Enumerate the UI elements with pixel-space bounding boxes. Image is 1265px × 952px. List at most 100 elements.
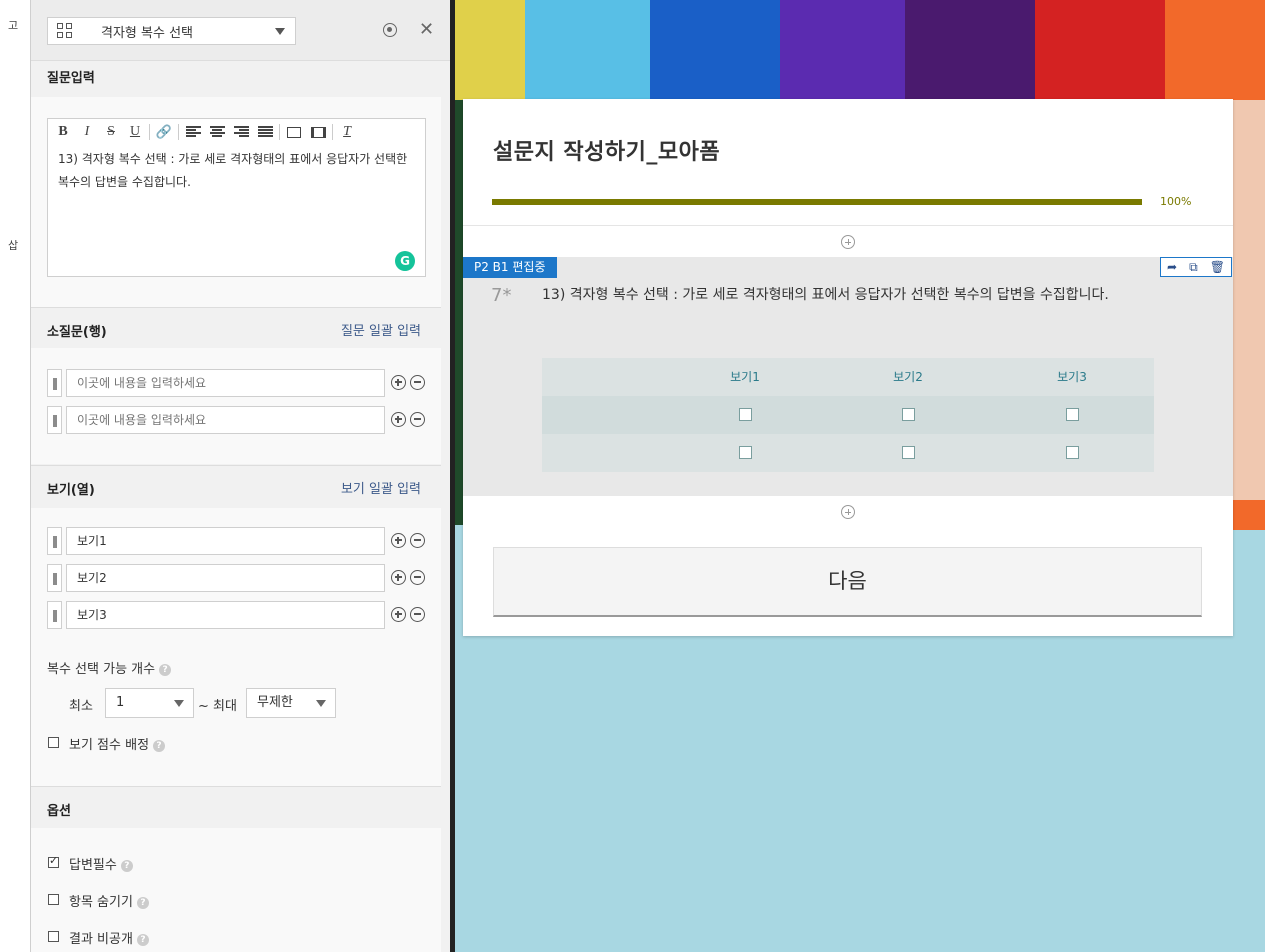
matrix-checkbox[interactable] (902, 408, 915, 421)
matrix-col-header: 보기3 (1057, 370, 1087, 384)
max-label: ~ 최대 (198, 699, 237, 714)
remove-circle-icon[interactable] (410, 375, 425, 390)
add-circle-icon[interactable] (391, 412, 406, 427)
col-input[interactable]: 보기3 (66, 601, 385, 629)
min-label: 최소 (69, 699, 93, 714)
cols-bulk-input-link[interactable]: 보기 일괄 입력 (341, 478, 421, 497)
question-text-content[interactable]: 13) 격자형 복수 선택 : 가로 세로 격자형태의 표에서 응답자가 선택한… (48, 145, 418, 197)
pencil-light-blue (525, 0, 650, 100)
align-right-icon[interactable] (231, 122, 251, 142)
row-input[interactable] (66, 369, 385, 397)
divider (463, 225, 1233, 226)
grammarly-icon[interactable]: G (395, 251, 415, 271)
rows-section-title: 소질문(행) (47, 325, 107, 340)
bold-icon[interactable]: B (53, 122, 73, 142)
clear-format-icon[interactable]: T (337, 122, 357, 142)
drag-handle-icon[interactable] (47, 527, 62, 555)
caret-down-icon (174, 700, 184, 707)
rows-bulk-input-link[interactable]: 질문 일괄 입력 (341, 320, 421, 339)
hide-item-checkbox[interactable] (48, 894, 59, 905)
strikethrough-icon[interactable]: S (101, 122, 121, 142)
drag-handle-icon[interactable] (47, 564, 62, 592)
add-circle-icon[interactable] (391, 570, 406, 585)
italic-icon[interactable]: I (77, 122, 97, 142)
col-item: 보기1 (47, 527, 427, 557)
pencil-yellow (455, 0, 525, 100)
toolbar-divider (178, 124, 179, 140)
survey-title: 설문지 작성하기_모아폼 (493, 140, 721, 165)
align-center-icon[interactable] (207, 122, 227, 142)
toolbar-divider (279, 124, 280, 140)
pencil-purple (780, 0, 905, 100)
help-icon[interactable]: ? (153, 740, 166, 752)
col-input[interactable]: 보기2 (66, 564, 385, 592)
question-block[interactable]: P2 B1 편집중 ➦ ⧉ 🗑 7* 13) 격자형 복수 선택 : 가로 세로… (463, 257, 1233, 496)
question-type-select[interactable]: 격자형 복수 선택 (47, 17, 296, 45)
pencil-peach (1233, 100, 1265, 500)
help-icon[interactable]: ? (136, 897, 149, 909)
drag-handle-icon[interactable] (47, 369, 62, 397)
help-icon[interactable]: ? (120, 860, 133, 872)
image-icon[interactable] (284, 122, 304, 142)
locate-icon[interactable] (383, 23, 397, 37)
score-row: 보기 점수 배정? (69, 734, 166, 753)
col-item: 보기3 (47, 601, 427, 631)
score-checkbox[interactable] (48, 737, 59, 748)
link-icon[interactable]: 🔗 (154, 122, 174, 142)
add-circle-icon[interactable] (391, 607, 406, 622)
toolbar-divider (332, 124, 333, 140)
required-checkbox[interactable] (48, 854, 59, 868)
private-result-row: 결과 비공개? (69, 928, 149, 947)
align-left-icon[interactable] (183, 122, 203, 142)
copy-icon[interactable]: ⧉ (1189, 258, 1198, 276)
row-input[interactable] (66, 406, 385, 434)
add-circle-icon[interactable] (391, 533, 406, 548)
matrix-checkbox[interactable] (739, 446, 752, 459)
remove-circle-icon[interactable] (410, 607, 425, 622)
multi-count-row: 복수 선택 가능 개수? (47, 658, 172, 677)
underline-icon[interactable]: U (125, 122, 145, 142)
hide-item-row: 항목 숨기기? (69, 891, 149, 910)
video-icon[interactable] (308, 122, 328, 142)
align-justify-icon[interactable] (255, 122, 275, 142)
matrix-checkbox[interactable] (902, 446, 915, 459)
min-select[interactable]: 1 (105, 688, 194, 718)
matrix-checkbox[interactable] (1066, 446, 1079, 459)
question-type-label: 격자형 복수 선택 (101, 25, 193, 41)
caret-down-icon (316, 700, 326, 707)
close-icon[interactable]: ✕ (419, 19, 434, 41)
next-button[interactable]: 다음 (493, 547, 1202, 617)
help-icon[interactable]: ? (159, 664, 172, 676)
editor-toolbar: B I S U 🔗 T (48, 119, 425, 145)
remove-circle-icon[interactable] (410, 412, 425, 427)
row-item (47, 406, 427, 436)
question-actions: ➦ ⧉ 🗑 (1160, 257, 1232, 277)
matrix-row (542, 434, 1154, 472)
divider (31, 465, 441, 466)
remove-circle-icon[interactable] (410, 570, 425, 585)
col-input[interactable]: 보기1 (66, 527, 385, 555)
drag-handle-icon[interactable] (47, 601, 62, 629)
col-item: 보기2 (47, 564, 427, 594)
add-block-icon[interactable] (841, 235, 855, 249)
matrix-checkbox[interactable] (739, 408, 752, 421)
add-block-icon[interactable] (841, 505, 855, 519)
private-result-checkbox[interactable] (48, 931, 59, 942)
trash-icon[interactable]: 🗑 (1210, 258, 1225, 276)
required-label: 답변필수 (69, 858, 117, 873)
add-circle-icon[interactable] (391, 375, 406, 390)
max-value: 무제한 (257, 695, 293, 710)
options-section-title: 옵션 (47, 804, 71, 819)
required-row: 답변필수? (69, 854, 133, 873)
toolbar-divider (149, 124, 150, 140)
rich-text-editor[interactable]: B I S U 🔗 T 13) 격자형 복수 선택 : 가로 세로 격자형태의 … (47, 118, 426, 277)
remove-circle-icon[interactable] (410, 533, 425, 548)
drag-handle-icon[interactable] (47, 406, 62, 434)
panel-header: 격자형 복수 선택 ✕ (31, 0, 450, 61)
matrix-checkbox[interactable] (1066, 408, 1079, 421)
question-text: 13) 격자형 복수 선택 : 가로 세로 격자형태의 표에서 응답자가 선택한… (542, 287, 1109, 303)
help-icon[interactable]: ? (136, 934, 149, 946)
max-select[interactable]: 무제한 (246, 688, 336, 718)
share-icon[interactable]: ➦ (1167, 258, 1177, 276)
question-editor-panel: 격자형 복수 선택 ✕ 질문입력 B I S U 🔗 T 13) 격자형 복수 … (30, 0, 455, 952)
